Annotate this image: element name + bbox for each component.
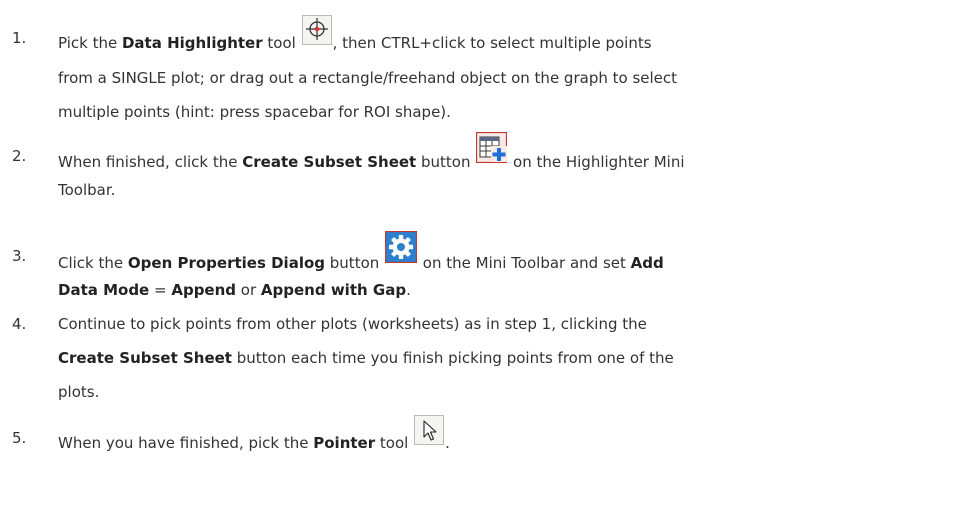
text-run: plots. <box>58 383 100 401</box>
step-number: 3. <box>12 247 27 265</box>
bold-term: Open Properties Dialog <box>127 254 326 272</box>
text-line: When you have finished, pick the Pointer… <box>58 415 450 459</box>
text-run: . <box>406 281 411 299</box>
text-run: Toolbar. <box>58 181 116 199</box>
text-line: Continue to pick points from other plots… <box>58 308 647 340</box>
text-run: button <box>325 254 385 272</box>
text-line: plots. <box>58 376 99 408</box>
text-run: Continue to pick points from other plots… <box>58 315 647 333</box>
bold-term: Create Subset Sheet <box>58 349 232 367</box>
step-number: 2. <box>12 147 27 165</box>
text-line: Data Mode = Append or Append with Gap. <box>58 274 411 306</box>
text-run: = <box>149 281 172 299</box>
text-line: from a SINGLE plot; or drag out a rectan… <box>58 62 677 94</box>
text-line: multiple points (hint: press spacebar fo… <box>58 96 451 128</box>
text-run: on the Mini Toolbar and set <box>418 254 631 272</box>
text-run: tool <box>375 434 414 452</box>
bold-term: Append with Gap <box>260 281 407 299</box>
pointer-icon <box>414 415 445 445</box>
text-line: Pick the Data Highlighter tool , then CT… <box>58 15 652 59</box>
bold-term: Data Highlighter <box>121 34 263 52</box>
text-run: . <box>445 434 450 452</box>
bold-term: Pointer <box>313 434 376 452</box>
text-run: button <box>416 153 476 171</box>
text-line: Create Subset Sheet button each time you… <box>58 342 674 374</box>
text-run: , then CTRL+click to select multiple poi… <box>332 34 652 52</box>
text-run: tool <box>262 34 301 52</box>
bold-term: Data Mode <box>58 281 150 299</box>
bold-term: Create Subset Sheet <box>242 153 417 171</box>
text-line: When finished, click the Create Subset S… <box>58 132 685 178</box>
step-number: 5. <box>12 429 27 447</box>
document-page: { "steps": [ { "number": "1.", "lines": … <box>0 0 965 529</box>
bold-term: Add <box>630 254 664 272</box>
text-run: When finished, click the <box>58 153 243 171</box>
open-properties-dialog-icon <box>385 231 418 263</box>
text-run: on the Highlighter Mini <box>508 153 685 171</box>
text-run: or <box>236 281 261 299</box>
data-highlighter-icon <box>301 15 332 45</box>
text-run: from a SINGLE plot; or drag out a rectan… <box>58 69 678 87</box>
text-line: Toolbar. <box>58 174 115 206</box>
bold-term: Append <box>171 281 237 299</box>
create-subset-sheet-icon <box>476 132 508 163</box>
step-number: 1. <box>12 29 27 47</box>
text-run: When you have finished, pick the <box>58 434 314 452</box>
step-number: 4. <box>12 315 27 333</box>
text-run: Click the <box>58 254 128 272</box>
text-run: Pick the <box>58 34 122 52</box>
text-run: button each time you finish picking poin… <box>231 349 674 367</box>
text-run: multiple points (hint: press spacebar fo… <box>58 103 451 121</box>
